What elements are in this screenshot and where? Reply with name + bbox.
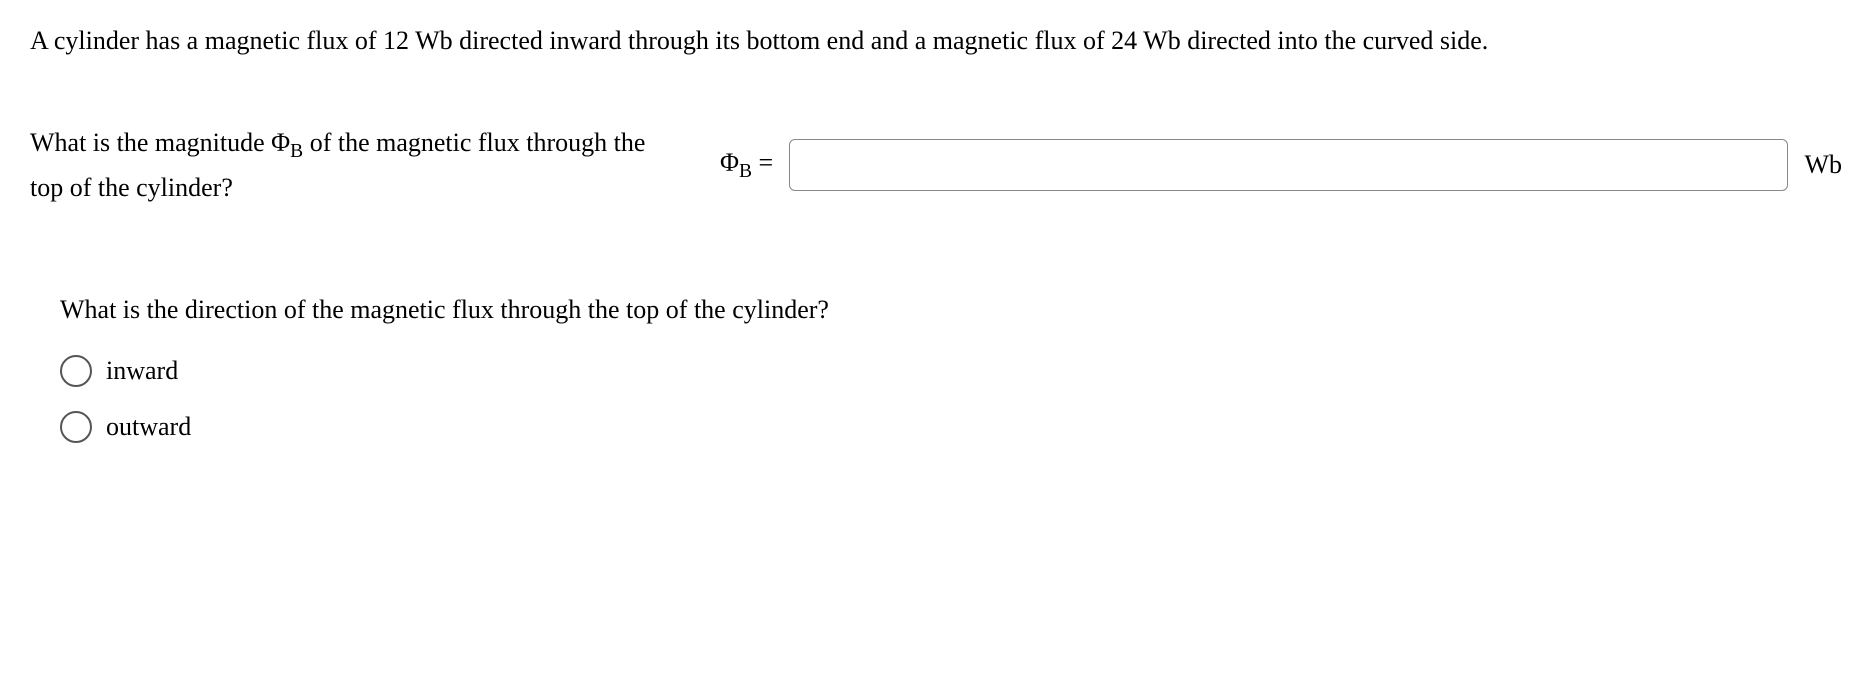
answer-label-sub: B (739, 162, 752, 183)
radio-label-outward: outward (106, 406, 191, 448)
flux-magnitude-input[interactable] (789, 139, 1788, 191)
problem-statement: A cylinder has a magnetic flux of 12 Wb … (30, 20, 1842, 62)
q1-text-part1: What is the magnitude Φ (30, 128, 290, 157)
q1-text-sub: B (290, 141, 303, 162)
q1-text-part1-cont: of the magnetic flux through the (303, 128, 645, 157)
answer-label: ΦB = (720, 142, 773, 187)
q1-text-part2: top of the cylinder? (30, 173, 233, 202)
radio-circle-icon[interactable] (60, 411, 92, 443)
radio-options-group: inward outward (60, 350, 1842, 447)
answer-area: ΦB = Wb (720, 139, 1842, 191)
answer-label-pre: Φ (720, 148, 739, 177)
radio-circle-icon[interactable] (60, 355, 92, 387)
answer-unit: Wb (1804, 144, 1842, 186)
radio-label-inward: inward (106, 350, 178, 392)
question-direction-text: What is the direction of the magnetic fl… (60, 289, 1842, 331)
question-magnitude-row: What is the magnitude ΦB of the magnetic… (30, 122, 1842, 209)
radio-option-inward[interactable]: inward (60, 350, 1842, 392)
question-magnitude-text: What is the magnitude ΦB of the magnetic… (30, 122, 720, 209)
radio-option-outward[interactable]: outward (60, 406, 1842, 448)
answer-label-post: = (752, 148, 773, 177)
question-direction: What is the direction of the magnetic fl… (30, 289, 1842, 448)
